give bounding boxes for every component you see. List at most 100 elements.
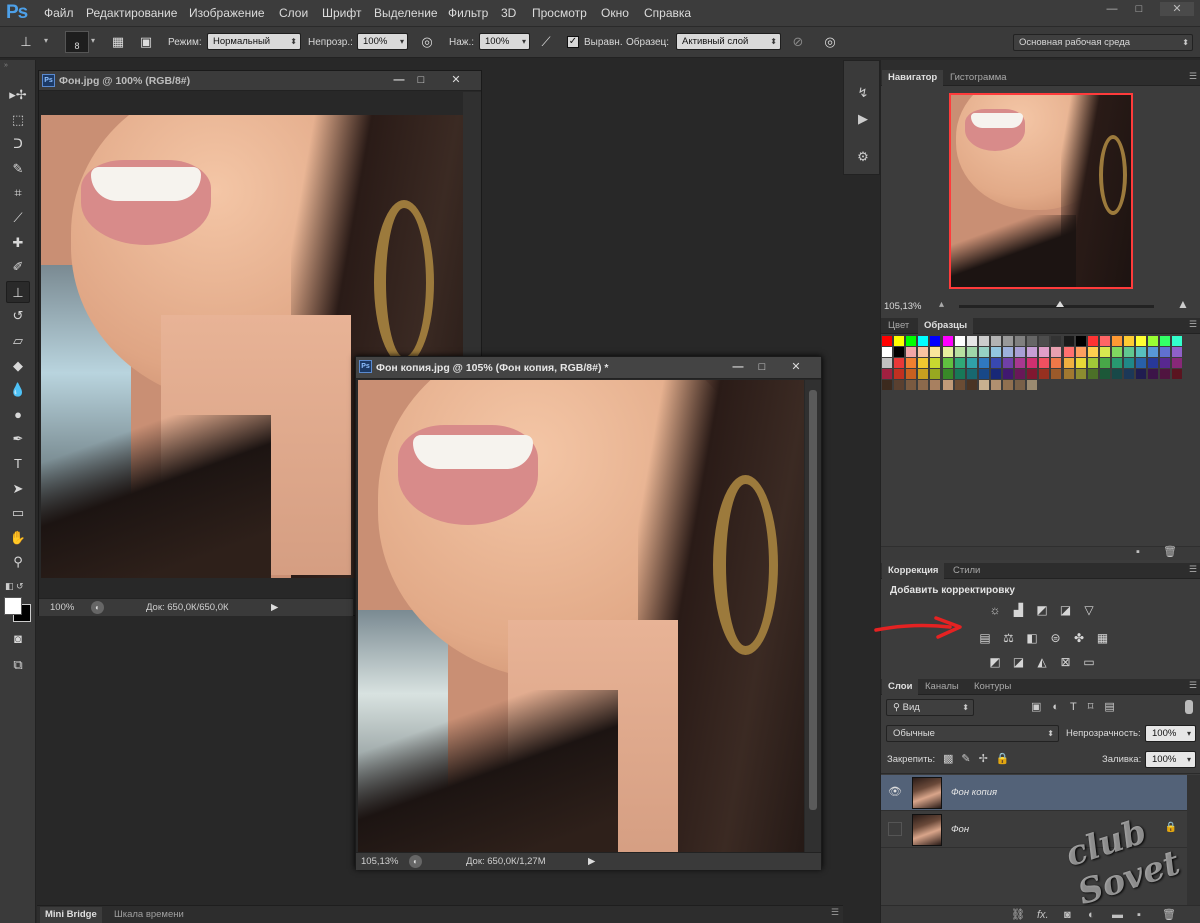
color-swatch[interactable] bbox=[894, 380, 905, 390]
color-swatch[interactable] bbox=[966, 369, 977, 379]
link-layers-icon[interactable]: ⛓ bbox=[1011, 908, 1025, 921]
color-swatch[interactable] bbox=[966, 358, 977, 368]
color-swatch[interactable] bbox=[1015, 380, 1026, 390]
document-title-bar[interactable]: Ps Фон.jpg @ 100% (RGB/8#) — □ ✕ bbox=[39, 71, 481, 91]
crop-tool-icon[interactable]: ⌗ bbox=[6, 182, 30, 204]
color-swatch[interactable] bbox=[954, 336, 965, 346]
tab-navigator[interactable]: Навигатор bbox=[882, 70, 944, 86]
color-swatch[interactable] bbox=[1015, 347, 1026, 357]
hand-tool-icon[interactable]: ✋ bbox=[6, 527, 30, 549]
foreground-color-swatch[interactable] bbox=[4, 597, 22, 615]
scrollbar-thumb[interactable] bbox=[809, 390, 817, 810]
menu-item[interactable]: Файл bbox=[44, 6, 74, 20]
zoom-level[interactable]: 100% bbox=[50, 599, 74, 617]
color-swatch[interactable] bbox=[942, 358, 953, 368]
close-button[interactable]: ✕ bbox=[1160, 2, 1194, 16]
trash-icon[interactable]: 🗑 bbox=[1163, 545, 1177, 558]
color-swatch[interactable] bbox=[1027, 358, 1038, 368]
color-swatch[interactable] bbox=[942, 347, 953, 357]
color-swatch[interactable] bbox=[966, 336, 977, 346]
lock-icons[interactable]: ▩✎✢🔒 bbox=[943, 752, 1018, 765]
color-swatch[interactable] bbox=[1051, 369, 1062, 379]
color-swatch[interactable] bbox=[918, 380, 929, 390]
zoom-in-icon[interactable]: ▲ bbox=[1177, 297, 1189, 311]
add-mask-icon[interactable]: ◙ bbox=[1064, 909, 1071, 921]
color-swatch[interactable] bbox=[918, 358, 929, 368]
layer-style-icon[interactable]: fx. bbox=[1037, 909, 1049, 921]
maximize-button[interactable]: □ bbox=[1128, 2, 1150, 16]
color-swatch[interactable] bbox=[954, 347, 965, 357]
mode-select[interactable]: Нормальный ⬍ bbox=[207, 33, 301, 50]
color-swatch[interactable] bbox=[1075, 358, 1086, 368]
filter-toggle-switch[interactable] bbox=[1185, 700, 1193, 714]
color-swatch[interactable] bbox=[990, 336, 1001, 346]
flow-input[interactable]: 100% ▾ bbox=[479, 33, 530, 50]
healing-brush-tool-icon[interactable]: ✚ bbox=[6, 232, 30, 254]
layer-visibility-eye-icon[interactable] bbox=[888, 822, 902, 836]
color-swatch[interactable] bbox=[894, 336, 905, 346]
color-swatch[interactable] bbox=[1039, 336, 1050, 346]
doc-close-button[interactable]: ✕ bbox=[444, 72, 468, 88]
pressure-size-icon[interactable]: ◎ bbox=[820, 32, 840, 52]
color-swatch[interactable] bbox=[942, 369, 953, 379]
quick-mask-icon[interactable]: ◙ bbox=[6, 628, 30, 650]
color-swatch[interactable] bbox=[1148, 336, 1159, 346]
doc-minimize-button[interactable]: — bbox=[387, 72, 411, 88]
paint-bucket-tool-icon[interactable]: ◆ bbox=[6, 355, 30, 377]
color-swatch[interactable] bbox=[930, 336, 941, 346]
threshold-icon[interactable]: ◭ bbox=[1034, 655, 1050, 670]
color-swatch[interactable] bbox=[906, 347, 917, 357]
color-swatch[interactable] bbox=[1148, 358, 1159, 368]
color-swatch[interactable] bbox=[1015, 358, 1026, 368]
tab-adjustments[interactable]: Коррекция bbox=[882, 563, 945, 579]
color-swatch[interactable] bbox=[978, 347, 989, 357]
share-icon[interactable]: ◐ bbox=[91, 601, 104, 614]
color-swatch[interactable] bbox=[1051, 347, 1062, 357]
color-swatch[interactable] bbox=[1160, 336, 1171, 346]
color-swatch[interactable] bbox=[978, 369, 989, 379]
tab-layers[interactable]: Слои bbox=[882, 679, 919, 695]
clone-stamp-tool-icon[interactable]: ⊥ bbox=[6, 280, 30, 303]
layer-name[interactable]: Фон копия bbox=[951, 787, 997, 798]
color-swatch[interactable] bbox=[1063, 358, 1074, 368]
color-swatch[interactable] bbox=[990, 380, 1001, 390]
menu-item[interactable]: Редактирование bbox=[86, 6, 177, 20]
color-swatch[interactable] bbox=[1027, 336, 1038, 346]
color-swatch[interactable] bbox=[906, 358, 917, 368]
clone-stamp-preset-icon[interactable]: ⊥ bbox=[16, 32, 36, 52]
status-menu-arrow-icon[interactable]: ▶ bbox=[588, 853, 595, 871]
lasso-tool-icon[interactable]: ᑐ bbox=[6, 133, 30, 155]
airbrush-icon[interactable]: ⟋ bbox=[536, 32, 556, 52]
menu-item[interactable]: Выделение bbox=[374, 6, 438, 20]
color-swatch[interactable] bbox=[942, 336, 953, 346]
history-brush-tool-icon[interactable]: ↺ bbox=[6, 305, 30, 327]
color-swatch[interactable] bbox=[1160, 347, 1171, 357]
color-swatch[interactable] bbox=[918, 336, 929, 346]
tab-channels[interactable]: Каналы bbox=[919, 679, 965, 695]
blend-mode-select[interactable]: Обычные ⬍ bbox=[886, 725, 1059, 742]
color-swatch[interactable] bbox=[1148, 347, 1159, 357]
color-swatch[interactable] bbox=[1160, 358, 1171, 368]
tab-histogram[interactable]: Гистограмма bbox=[944, 70, 1013, 86]
zoom-level[interactable]: 105,13% bbox=[361, 853, 399, 871]
color-swatch[interactable] bbox=[1111, 358, 1122, 368]
color-swatch[interactable] bbox=[1172, 369, 1183, 379]
color-swatch[interactable] bbox=[1003, 336, 1013, 346]
menu-item[interactable]: Изображение bbox=[189, 6, 265, 20]
sample-select[interactable]: Активный слой ⬍ bbox=[676, 33, 781, 50]
brush-size-preview[interactable]: 8 bbox=[65, 31, 89, 53]
color-swatch[interactable] bbox=[1039, 369, 1050, 379]
color-swatch[interactable] bbox=[1063, 369, 1074, 379]
color-swatch[interactable] bbox=[1003, 358, 1013, 368]
tab-timeline[interactable]: Шкала времени bbox=[109, 907, 189, 923]
color-swatch[interactable] bbox=[1051, 336, 1062, 346]
color-swatch[interactable] bbox=[1063, 336, 1074, 346]
exposure-icon[interactable]: ◪ bbox=[1058, 603, 1074, 618]
color-swatch[interactable] bbox=[894, 358, 905, 368]
black-white-icon[interactable]: ◧ bbox=[1024, 631, 1040, 646]
color-swatch[interactable] bbox=[1111, 347, 1122, 357]
screen-mode-icon[interactable]: ⧉ bbox=[6, 654, 30, 676]
color-swatch[interactable] bbox=[1087, 336, 1098, 346]
brush-panel-icon[interactable]: ▦ bbox=[108, 32, 128, 52]
color-swatch[interactable] bbox=[882, 380, 892, 390]
